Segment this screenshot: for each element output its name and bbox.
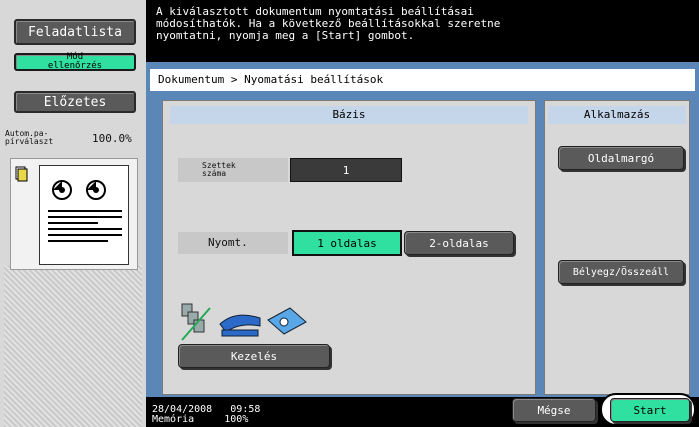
copies-value: 1 bbox=[342, 163, 350, 177]
instruction-message: A kiválasztott dokumentum nyomtatási beá… bbox=[146, 0, 699, 62]
handling-button[interactable]: Kezelés bbox=[178, 344, 330, 368]
application-title: Alkalmazás bbox=[548, 106, 686, 124]
page-thumbnail bbox=[39, 165, 129, 265]
two-sided-button[interactable]: 2-oldalas bbox=[404, 231, 514, 255]
cancel-button[interactable]: Mégse bbox=[512, 398, 596, 422]
memory-label: Memória bbox=[152, 414, 195, 425]
memory-value: 100% bbox=[224, 414, 249, 425]
stamp-compose-button[interactable]: Bélyegz/Összeáll bbox=[558, 260, 684, 284]
job-list-label: Feladatlista bbox=[28, 24, 122, 40]
stamp-compose-label: Bélyegz/Összeáll bbox=[572, 266, 670, 278]
one-sided-button[interactable]: 1 oldalas bbox=[292, 230, 402, 256]
margin-button[interactable]: Oldalmargó bbox=[558, 146, 684, 170]
finishing-icon bbox=[181, 303, 307, 341]
zoom-value: 100.0% bbox=[92, 132, 132, 145]
document-preview bbox=[10, 158, 138, 270]
start-button[interactable]: Start bbox=[610, 398, 690, 422]
preview-button[interactable]: Előzetes bbox=[14, 91, 136, 113]
print-label: Nyomt. bbox=[178, 232, 288, 254]
mode-check-label: Mód ellenőrzés bbox=[47, 52, 103, 71]
two-sided-label: 2-oldalas bbox=[429, 236, 489, 250]
document-icon bbox=[15, 166, 28, 182]
basis-title: Bázis bbox=[170, 106, 528, 124]
cancel-label: Mégse bbox=[537, 403, 571, 417]
breadcrumb: Dokumentum > Nyomatási beállítások bbox=[150, 69, 695, 91]
start-label: Start bbox=[633, 403, 667, 417]
panel-background-pattern bbox=[4, 265, 142, 427]
zoom-row: Autom.pa- pírválaszt 100.0% bbox=[2, 130, 144, 146]
margin-label: Oldalmargó bbox=[587, 151, 655, 165]
application-panel bbox=[544, 100, 690, 395]
mode-check-button[interactable]: Mód ellenőrzés bbox=[14, 53, 136, 71]
job-list-button[interactable]: Feladatlista bbox=[14, 19, 136, 45]
zoom-label: Autom.pa- pírválaszt bbox=[5, 129, 54, 146]
copies-value-field[interactable]: 1 bbox=[290, 158, 402, 182]
one-sided-label: 1 oldalas bbox=[317, 236, 377, 250]
preview-label: Előzetes bbox=[43, 94, 107, 110]
handling-label: Kezelés bbox=[230, 349, 278, 363]
page-content-icon bbox=[48, 180, 122, 242]
copies-label: Szettek száma bbox=[178, 158, 288, 182]
